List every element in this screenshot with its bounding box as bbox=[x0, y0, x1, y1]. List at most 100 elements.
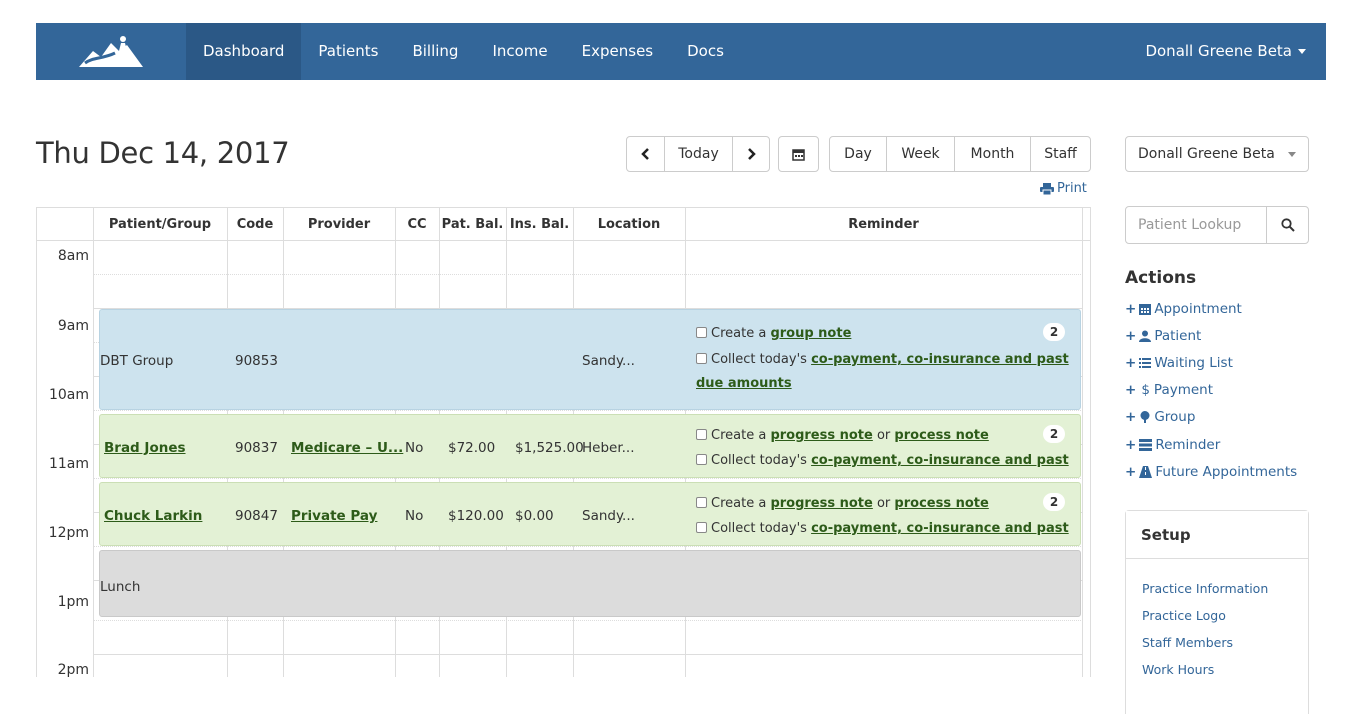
reminder-count-badge: 2 bbox=[1043, 425, 1065, 443]
calendar-icon bbox=[792, 148, 805, 161]
list-icon bbox=[1139, 358, 1152, 368]
provider-link[interactable]: Private Pay bbox=[291, 508, 377, 524]
reminder-line: Create a progress note or process note bbox=[696, 428, 989, 443]
reminder-checkbox[interactable] bbox=[696, 353, 707, 364]
nav-billing[interactable]: Billing bbox=[395, 23, 475, 80]
appointment-chuck-larkin[interactable]: Chuck Larkin 90847 Private Pay No $120.0… bbox=[99, 482, 1081, 546]
view-staff-button[interactable]: Staff bbox=[1031, 137, 1090, 171]
copayment-link[interactable]: co-payment, co-insurance and past bbox=[811, 352, 1069, 367]
appointment-patient: DBT Group bbox=[100, 353, 174, 369]
today-button[interactable]: Today bbox=[665, 137, 733, 171]
action-waiting-list[interactable]: + Waiting List bbox=[1125, 355, 1233, 371]
time-12pm: 12pm bbox=[48, 525, 89, 541]
table-header: Patient/Group Code Provider CC Pat. Bal.… bbox=[37, 208, 1090, 241]
patient-lookup-button[interactable] bbox=[1266, 207, 1308, 243]
appointment-code: 90853 bbox=[235, 353, 278, 369]
print-link[interactable]: Print bbox=[1040, 181, 1087, 196]
road-icon bbox=[1139, 466, 1153, 478]
appointment-ins-bal: $1,525.00 bbox=[515, 440, 584, 456]
action-patient[interactable]: + Patient bbox=[1125, 328, 1201, 344]
calendar-picker-button[interactable] bbox=[779, 137, 818, 171]
calendar-table: Patient/Group Code Provider CC Pat. Bal.… bbox=[36, 207, 1091, 677]
time-2pm: 2pm bbox=[57, 662, 89, 677]
reminder-line: Create a progress note or process note bbox=[696, 496, 989, 511]
nav-dashboard[interactable]: Dashboard bbox=[186, 23, 302, 80]
setup-panel: Setup Practice Information Practice Logo… bbox=[1125, 510, 1309, 714]
appointment-location: Sandy... bbox=[582, 353, 635, 369]
mountain-logo-icon bbox=[79, 35, 143, 67]
reminder-line: Collect today's co-payment, co-insurance… bbox=[696, 453, 1069, 468]
appointment-location: Heber... bbox=[582, 440, 635, 456]
time-11am: 11am bbox=[48, 456, 89, 472]
user-menu[interactable]: Donall Greene Beta bbox=[1145, 23, 1306, 80]
reminder-line-cont: due amounts bbox=[696, 376, 792, 391]
next-button[interactable] bbox=[733, 137, 769, 171]
reminder-checkbox[interactable] bbox=[696, 522, 707, 533]
actions-title: Actions bbox=[1125, 268, 1197, 288]
copayment-link[interactable]: co-payment, co-insurance and past bbox=[811, 521, 1069, 536]
reminder-checkbox[interactable] bbox=[696, 497, 707, 508]
app-logo[interactable] bbox=[36, 23, 186, 80]
view-week-button[interactable]: Week bbox=[887, 137, 955, 171]
nav-income[interactable]: Income bbox=[475, 23, 564, 80]
process-note-link[interactable]: process note bbox=[894, 496, 988, 511]
col-cc: CC bbox=[407, 217, 427, 232]
printer-icon bbox=[1040, 182, 1054, 195]
reminder-checkbox[interactable] bbox=[696, 454, 707, 465]
patient-link[interactable]: Chuck Larkin bbox=[104, 508, 202, 524]
lunch-block[interactable]: Lunch bbox=[99, 550, 1081, 617]
setup-title: Setup bbox=[1126, 511, 1308, 559]
setup-practice-information[interactable]: Practice Information bbox=[1142, 581, 1268, 596]
staff-select[interactable]: Donall Greene Beta bbox=[1125, 136, 1309, 172]
action-appointment[interactable]: + Appointment bbox=[1125, 301, 1242, 317]
calendar-icon bbox=[1139, 304, 1152, 315]
view-month-button[interactable]: Month bbox=[955, 137, 1031, 171]
appointment-dbt-group[interactable]: DBT Group 90853 Sandy... Create a group … bbox=[99, 309, 1081, 410]
patient-lookup-input[interactable] bbox=[1126, 207, 1266, 243]
nav-patients[interactable]: Patients bbox=[301, 23, 395, 80]
prev-button[interactable] bbox=[627, 137, 665, 171]
reminder-line: Collect today's co-payment, co-insurance… bbox=[696, 521, 1069, 536]
appointment-cc: No bbox=[405, 508, 424, 524]
appointment-pat-bal: $120.00 bbox=[448, 508, 504, 524]
col-code: Code bbox=[236, 217, 274, 232]
user-name: Donall Greene Beta bbox=[1145, 42, 1292, 60]
setup-staff-members[interactable]: Staff Members bbox=[1142, 635, 1233, 650]
appointment-code: 90847 bbox=[235, 508, 278, 524]
view-day-button[interactable]: Day bbox=[830, 137, 887, 171]
reminder-checkbox[interactable] bbox=[696, 429, 707, 440]
progress-note-link[interactable]: progress note bbox=[770, 428, 872, 443]
process-note-link[interactable]: process note bbox=[894, 428, 988, 443]
action-future-appointments[interactable]: + Future Appointments bbox=[1125, 464, 1297, 480]
chevron-down-icon bbox=[1288, 152, 1296, 157]
col-reminder: Reminder bbox=[848, 217, 919, 232]
time-1pm: 1pm bbox=[57, 594, 89, 610]
due-amounts-link[interactable]: due amounts bbox=[696, 376, 792, 391]
reminder-checkbox[interactable] bbox=[696, 327, 707, 338]
setup-practice-logo[interactable]: Practice Logo bbox=[1142, 608, 1226, 623]
progress-note-link[interactable]: progress note bbox=[770, 496, 872, 511]
provider-link[interactable]: Medicare – U... bbox=[291, 440, 403, 456]
appointment-code: 90837 bbox=[235, 440, 278, 456]
top-navbar: Dashboard Patients Billing Income Expens… bbox=[36, 23, 1326, 80]
action-payment[interactable]: + $ Payment bbox=[1125, 382, 1213, 398]
appointment-location: Sandy... bbox=[582, 508, 635, 524]
chevron-right-icon bbox=[748, 148, 756, 160]
nav-docs[interactable]: Docs bbox=[670, 23, 741, 80]
reminder-line: Create a group note bbox=[696, 326, 851, 341]
action-group[interactable]: + Group bbox=[1125, 409, 1195, 425]
nav-expenses[interactable]: Expenses bbox=[565, 23, 670, 80]
group-note-link[interactable]: group note bbox=[770, 326, 851, 341]
setup-work-hours[interactable]: Work Hours bbox=[1142, 662, 1214, 677]
reminder-count-badge: 2 bbox=[1043, 493, 1065, 511]
reminder-line: Collect today's co-payment, co-insurance… bbox=[696, 352, 1069, 367]
appointment-brad-jones[interactable]: Brad Jones 90837 Medicare – U... No $72.… bbox=[99, 414, 1081, 478]
reminder-count-badge: 2 bbox=[1043, 323, 1065, 341]
copayment-link[interactable]: co-payment, co-insurance and past bbox=[811, 453, 1069, 468]
staff-select-value: Donall Greene Beta bbox=[1138, 146, 1275, 162]
caret-down-icon bbox=[1298, 49, 1306, 54]
col-provider: Provider bbox=[307, 217, 371, 232]
patient-link[interactable]: Brad Jones bbox=[104, 440, 186, 456]
col-pat-bal: Pat. Bal. bbox=[441, 217, 504, 232]
action-reminder[interactable]: + Reminder bbox=[1125, 437, 1220, 453]
